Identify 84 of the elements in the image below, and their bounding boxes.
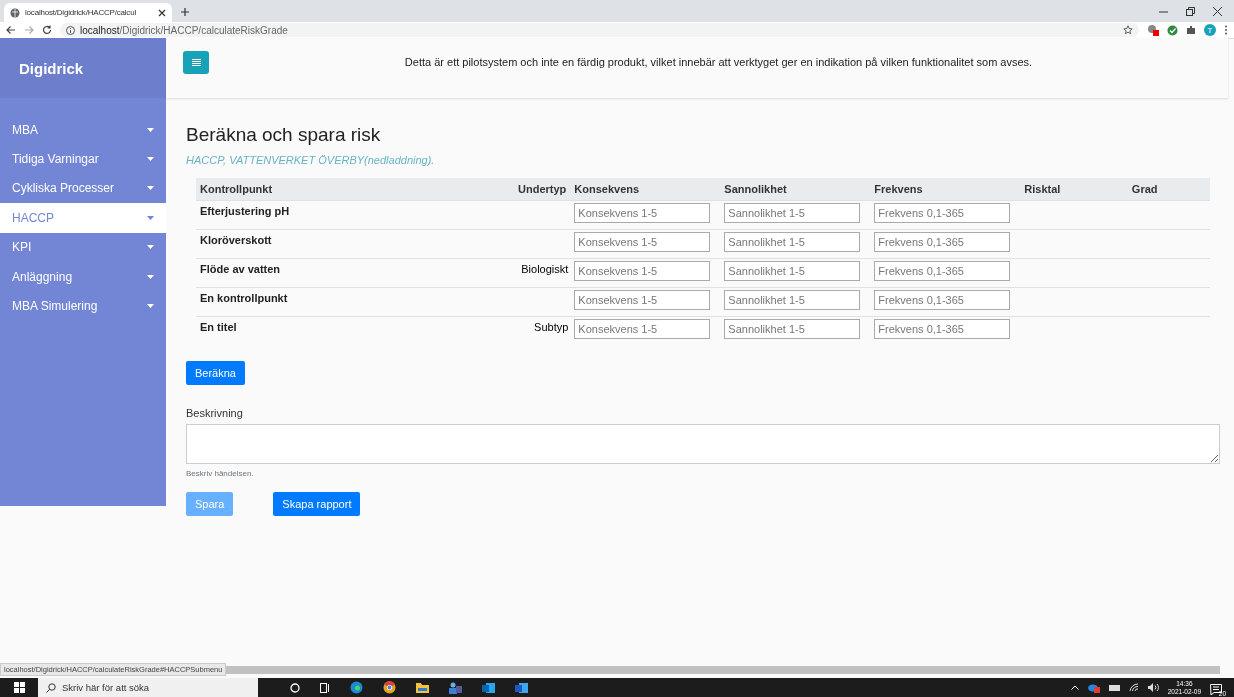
- input-field[interactable]: Sannolikhet 1-5: [724, 232, 861, 252]
- taskbar-search-field[interactable]: Skriv här för att söka: [38, 678, 258, 697]
- folder-icon[interactable]: [416, 682, 429, 693]
- info-icon: [66, 25, 75, 35]
- column-header: Kontrollpunkt: [196, 178, 434, 201]
- sidebar-item[interactable]: KPI: [0, 232, 166, 262]
- table-cell: En titel: [196, 316, 434, 345]
- tab-title: localhost/Digidrick/HACCP/calcul: [25, 8, 137, 17]
- column-header: Undertyp: [433, 178, 571, 201]
- caret-icon: [147, 274, 154, 279]
- search-icon: [46, 682, 56, 693]
- people-icon[interactable]: [449, 681, 462, 694]
- speaker-icon[interactable]: [1147, 683, 1159, 692]
- input-field[interactable]: Frekvens 0,1-365: [874, 319, 1011, 339]
- input-field[interactable]: Frekvens 0,1-365: [874, 203, 1011, 223]
- check-circle-icon[interactable]: [1167, 24, 1178, 36]
- page-subtitle: HACCP, VATTENVERKET ÖVERBY(nedladdning).: [186, 154, 436, 166]
- chrome-browser-icon[interactable]: [383, 681, 396, 694]
- caret-icon: [147, 157, 154, 162]
- input-field[interactable]: Frekvens 0,1-365: [874, 232, 1011, 252]
- input-field[interactable]: Konsekvens 1-5: [574, 232, 711, 252]
- field-label: Beskrivning: [186, 407, 244, 419]
- reload-icon[interactable]: [42, 25, 52, 35]
- app-brand[interactable]: Digidrick: [19, 59, 84, 77]
- sidebar-item[interactable]: HACCP: [0, 203, 166, 233]
- caret-icon: [147, 304, 154, 309]
- browser-tab[interactable]: localhost/Digidrick/HACCP/calcul: [4, 3, 172, 22]
- wifi-icon[interactable]: [1128, 683, 1139, 692]
- close-icon[interactable]: [1213, 6, 1222, 16]
- help-text: Beskriv händelsen.: [186, 469, 255, 478]
- table-cell: Biologiskt: [433, 258, 571, 288]
- sidebar-item[interactable]: Tidiga Varningar: [0, 144, 166, 174]
- edge-browser-icon[interactable]: [350, 681, 363, 694]
- table-cell: Flöde av vatten: [196, 258, 434, 288]
- input-field[interactable]: Sannolikhet 1-5: [724, 203, 861, 223]
- page-title: Beräkna och spara risk: [186, 124, 382, 147]
- close-icon[interactable]: [158, 8, 166, 17]
- caret-icon: [147, 215, 154, 220]
- table-cell: En kontrollpunkt: [196, 287, 434, 317]
- input-field[interactable]: Sannolikhet 1-5: [724, 261, 861, 281]
- circle-icon[interactable]: [290, 682, 300, 693]
- sidebar-toggle-button[interactable]: [183, 50, 209, 74]
- sidebar-item[interactable]: Cykliska Processer: [0, 173, 166, 204]
- calculate-button[interactable]: Beräkna: [186, 361, 245, 385]
- column-header: Grad: [1127, 178, 1210, 201]
- windows-logo-icon[interactable]: [13, 682, 25, 693]
- input-field[interactable]: Konsekvens 1-5: [574, 290, 711, 310]
- chevron-up-icon[interactable]: [1070, 685, 1079, 690]
- column-header: Konsekvens: [570, 178, 721, 201]
- table-cell: Efterjustering pH: [196, 200, 434, 230]
- scrollbar[interactable]: [226, 665, 1220, 674]
- caret-icon: [147, 186, 154, 191]
- table-cell: Kloröverskott: [196, 229, 434, 259]
- column-header: Frekvens: [870, 178, 1021, 201]
- input-field[interactable]: Konsekvens 1-5: [574, 261, 711, 281]
- caret-icon: [147, 127, 154, 132]
- extension-badge-icon[interactable]: [1147, 24, 1159, 36]
- input-field[interactable]: Konsekvens 1-5: [574, 203, 711, 223]
- input-field[interactable]: Frekvens 0,1-365: [874, 261, 1011, 281]
- sidebar-item[interactable]: MBA Simulering: [0, 291, 166, 321]
- input-field[interactable]: Frekvens 0,1-365: [874, 290, 1011, 310]
- menu-icon: [191, 58, 201, 66]
- pilot-notice: Detta är ett pilotsystem och inte en färdig produkt, vilket innebär att verktyget ger en indikation på vilken funktionalitet som avses.: [403, 56, 1034, 68]
- column-header: Risktal: [1020, 178, 1128, 201]
- star-icon[interactable]: [1123, 25, 1133, 35]
- description-field[interactable]: [186, 424, 1220, 464]
- more-icon[interactable]: [1224, 25, 1228, 35]
- address-bar[interactable]: localhost/Digidrick/HACCP/calculateRiskGrade: [60, 23, 1139, 37]
- sidebar-item[interactable]: MBA: [0, 115, 166, 145]
- caret-icon: [147, 245, 154, 250]
- profile-avatar[interactable]: T: [1204, 24, 1216, 36]
- task-view-icon[interactable]: [320, 682, 330, 693]
- plus-icon[interactable]: [180, 7, 190, 17]
- input-field[interactable]: Konsekvens 1-5: [574, 319, 711, 339]
- globe-icon: [10, 7, 20, 18]
- cloud-error-icon[interactable]: [1087, 682, 1100, 693]
- back-arrow-icon[interactable]: [6, 25, 16, 35]
- input-field[interactable]: Sannolikhet 1-5: [724, 290, 861, 310]
- input-field[interactable]: Sannolikhet 1-5: [724, 319, 861, 339]
- action-button[interactable]: Skapa rapport: [273, 492, 361, 516]
- table-cell: Subtyp: [433, 316, 571, 345]
- sidebar-item[interactable]: Anläggning: [0, 261, 166, 292]
- column-header: Sannolikhet: [720, 178, 871, 201]
- restore-icon[interactable]: [1186, 6, 1195, 16]
